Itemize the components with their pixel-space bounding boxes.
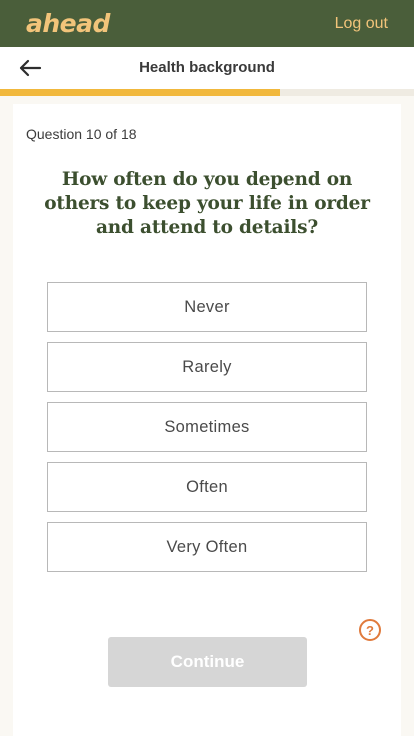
progress-bar xyxy=(0,89,414,96)
help-glyph: ? xyxy=(366,622,374,638)
top-navigation-bar: ahead Log out xyxy=(0,0,414,47)
question-text: How often do you depend on others to kee… xyxy=(44,169,370,238)
option-very-often[interactable]: Very Often xyxy=(47,522,367,572)
continue-button[interactable]: Continue xyxy=(108,637,307,687)
question-circle-icon[interactable]: ? xyxy=(359,619,381,641)
answer-options: Never Rarely Sometimes Often Very Often xyxy=(47,282,367,582)
progress-bar-fill xyxy=(0,89,280,96)
section-title: Health background xyxy=(139,59,275,76)
question-card: Question 10 of 18 How often do you depen… xyxy=(13,104,401,736)
app-logo: ahead xyxy=(26,9,110,38)
option-rarely[interactable]: Rarely xyxy=(47,342,367,392)
section-header: Health background xyxy=(0,47,414,89)
logout-link[interactable]: Log out xyxy=(335,15,388,33)
option-often[interactable]: Often xyxy=(47,462,367,512)
question-counter: Question 10 of 18 xyxy=(26,126,137,142)
option-never[interactable]: Never xyxy=(47,282,367,332)
option-sometimes[interactable]: Sometimes xyxy=(47,402,367,452)
